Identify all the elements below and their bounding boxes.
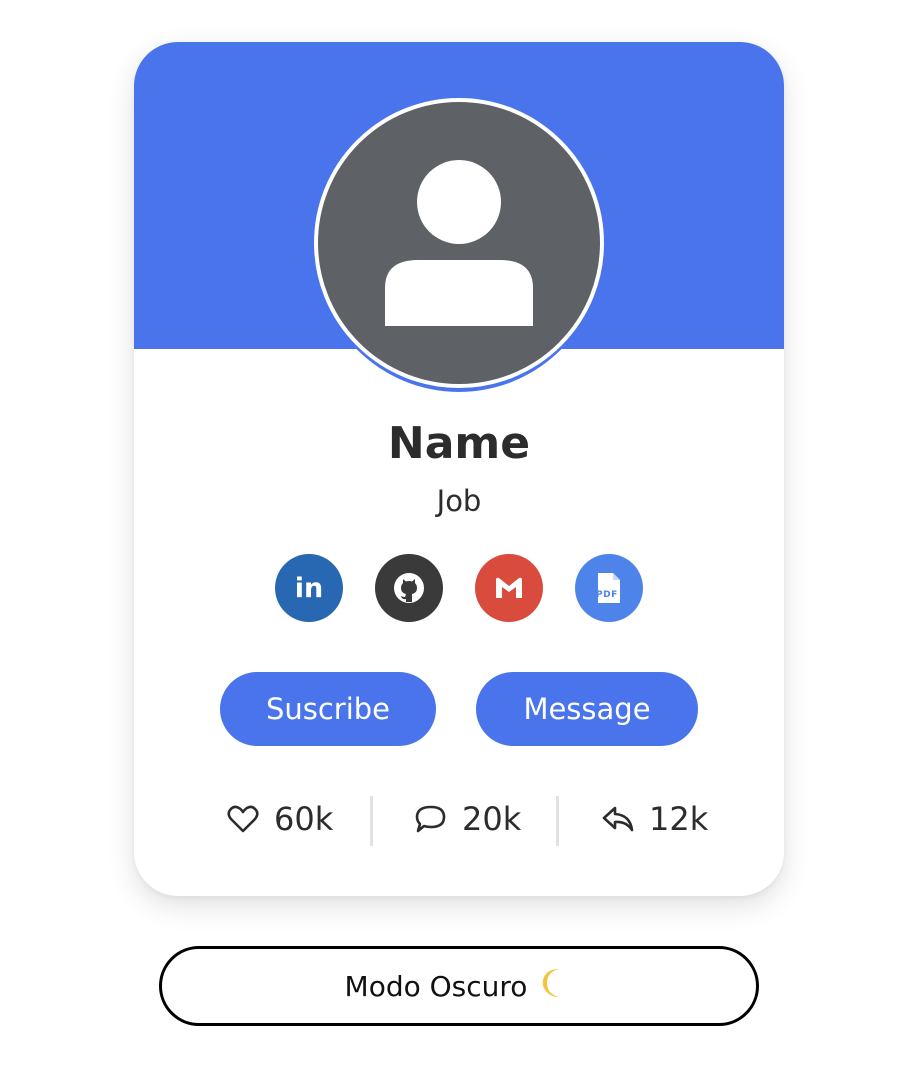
likes-stat[interactable]: 60k	[226, 797, 333, 841]
likes-count: 60k	[274, 800, 334, 838]
dark-mode-toggle[interactable]: Modo Oscuro	[159, 946, 759, 1026]
gmail-link[interactable]	[475, 554, 543, 622]
crescent-moon-icon	[539, 966, 573, 1007]
shares-count: 12k	[649, 800, 709, 838]
profile-card: Name Job in PDF Suscribe Message 60k 20k…	[134, 42, 784, 896]
user-silhouette-icon	[385, 160, 533, 326]
shares-stat[interactable]: 12k	[601, 797, 708, 841]
comments-stat[interactable]: 20k	[414, 797, 521, 841]
gmail-icon	[496, 577, 522, 598]
heart-icon	[227, 805, 259, 833]
subscribe-button[interactable]: Suscribe	[220, 672, 436, 746]
speech-bubble-icon	[415, 805, 446, 833]
message-button[interactable]: Message	[476, 672, 698, 746]
avatar	[314, 98, 604, 388]
dark-mode-label: Modo Oscuro	[344, 969, 528, 1003]
profile-job: Job	[436, 484, 482, 518]
stats-divider	[370, 796, 373, 846]
linkedin-link[interactable]: in	[275, 554, 343, 622]
reply-arrow-icon	[602, 806, 634, 832]
stats-divider	[556, 796, 559, 846]
linkedin-icon: in	[294, 572, 324, 604]
github-link[interactable]	[375, 554, 443, 622]
pdf-label: PDF	[596, 590, 618, 600]
profile-name: Name	[387, 418, 531, 469]
comments-count: 20k	[462, 800, 522, 838]
pdf-link[interactable]: PDF	[575, 554, 643, 622]
github-icon	[394, 573, 424, 603]
